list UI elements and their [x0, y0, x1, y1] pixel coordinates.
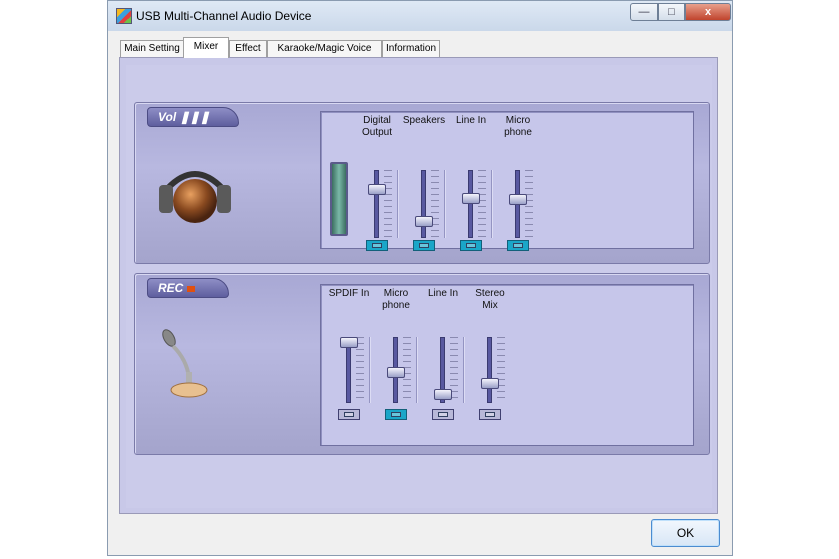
headphones-icon: [145, 149, 245, 249]
mixer-panel: Vol ❚❚❚ Digital Output Speakers Line In …: [119, 57, 718, 514]
playback-channel: Digital Output: [353, 112, 401, 251]
playback-mute-toggle[interactable]: [413, 240, 435, 251]
playback-slider-thumb[interactable]: [462, 192, 480, 204]
record-channel: SPDIF In: [325, 285, 373, 445]
playback-slider-thumb[interactable]: [509, 193, 527, 205]
record-mute-toggle[interactable]: [479, 409, 501, 420]
playback-channel-label: Digital Output: [361, 115, 393, 138]
record-channels: SPDIF In Micro phone Line In Stereo Mix: [320, 284, 694, 446]
record-channel-label: SPDIF In: [328, 288, 370, 299]
record-slider-thumb[interactable]: [434, 389, 452, 401]
record-channel: Micro phone: [372, 285, 420, 445]
app-icon: [116, 8, 132, 24]
close-button[interactable]: x: [685, 3, 731, 21]
playback-slider-track[interactable]: [421, 170, 426, 238]
record-badge: REC: [147, 278, 229, 298]
microphone-icon: [145, 320, 245, 420]
playback-slider-thumb[interactable]: [368, 184, 386, 196]
record-section: REC SPDIF In Micro phone Line In Stereo Mix: [134, 273, 710, 455]
title-bar[interactable]: USB Multi-Channel Audio Device — □ x: [108, 1, 732, 31]
record-channel-label: Stereo Mix: [475, 288, 505, 311]
record-badge-label: REC: [158, 281, 184, 295]
record-channel-label: Line In: [427, 288, 459, 299]
volume-badge-label: Vol: [158, 110, 177, 124]
playback-section: Vol ❚❚❚ Digital Output Speakers Line In …: [134, 102, 710, 264]
playback-channel-label: Micro phone: [504, 115, 532, 138]
minimize-button[interactable]: —: [630, 3, 658, 21]
record-slider-thumb[interactable]: [340, 337, 358, 348]
record-channel-divider: [463, 337, 464, 403]
playback-channel-label: Line In: [455, 115, 487, 126]
playback-channels: Digital Output Speakers Line In Micro phone: [320, 111, 694, 251]
playback-slider-thumb[interactable]: [415, 215, 433, 227]
playback-channel-divider: [444, 170, 445, 238]
record-led-icon: [187, 285, 196, 292]
audio-device-window: USB Multi-Channel Audio Device — □ x Mai…: [107, 0, 733, 556]
playback-slider-ticks: [478, 170, 486, 238]
level-bars-icon: ❚❚❚: [179, 110, 210, 124]
playback-slider-ticks: [384, 170, 392, 238]
playback-slider-track[interactable]: [468, 170, 473, 238]
playback-slider-ticks: [431, 170, 439, 238]
record-channel: Stereo Mix: [466, 285, 514, 445]
record-mute-toggle[interactable]: [432, 409, 454, 420]
mixer-body: Vol ❚❚❚ Digital Output Speakers Line In …: [126, 65, 712, 508]
playback-channel: Micro phone: [494, 112, 542, 251]
record-mute-toggle[interactable]: [385, 409, 407, 420]
tab-mixer[interactable]: Mixer: [183, 37, 229, 58]
playback-channel-divider: [397, 170, 398, 238]
record-slider-ticks: [497, 337, 505, 403]
tab-karaoke-magic-voice[interactable]: Karaoke/Magic Voice: [267, 40, 382, 57]
output-level-meter: [330, 162, 348, 236]
tab-effect[interactable]: Effect: [229, 40, 267, 57]
record-channel-divider: [369, 337, 370, 403]
playback-channel: Speakers: [400, 112, 448, 251]
record-mute-toggle[interactable]: [338, 409, 360, 420]
maximize-button[interactable]: □: [658, 3, 685, 21]
playback-channel: Line In: [447, 112, 495, 251]
playback-slider-track[interactable]: [374, 170, 379, 238]
playback-channel-label: Speakers: [402, 115, 446, 126]
tab-main-setting[interactable]: Main Setting: [120, 40, 184, 57]
record-channel: Line In: [419, 285, 467, 445]
playback-channel-divider: [491, 170, 492, 238]
volume-badge: Vol ❚❚❚: [147, 107, 239, 127]
tab-information[interactable]: Information: [382, 40, 440, 57]
playback-mute-toggle[interactable]: [366, 240, 388, 251]
window-title: USB Multi-Channel Audio Device: [136, 9, 312, 23]
record-slider-thumb[interactable]: [387, 367, 405, 379]
playback-mute-toggle[interactable]: [507, 240, 529, 251]
record-channel-label: Micro phone: [382, 288, 410, 311]
record-slider-thumb[interactable]: [481, 378, 499, 390]
record-channel-divider: [416, 337, 417, 403]
record-slider-track[interactable]: [487, 337, 492, 403]
playback-mute-toggle[interactable]: [460, 240, 482, 251]
ok-button[interactable]: OK: [651, 519, 720, 547]
